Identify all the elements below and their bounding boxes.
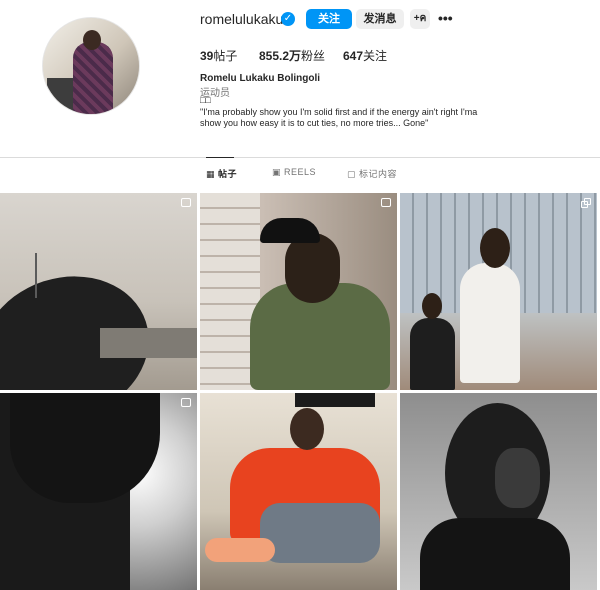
tab-reels[interactable]: ▣ REELS [272,167,316,178]
following-count[interactable]: 647关注 [343,47,387,64]
grid-icon: ▦ [206,169,216,179]
post-tile[interactable] [0,393,197,590]
tagged-icon: ▢ [347,169,357,179]
post-tile[interactable] [400,393,597,590]
followers-count[interactable]: 855.2万粉丝 [259,47,325,64]
tabs-divider [0,157,600,158]
posts-count: 39帖子 [200,49,238,63]
bio-text: "I'ma probably show you I'm solid first … [200,107,478,128]
tab-tagged[interactable]: ▢ 标记内容 [347,167,397,180]
active-tab-indicator [206,157,234,158]
full-name: Romelu Lukaku Bolingoli [200,73,321,84]
post-tile[interactable] [0,193,197,390]
username: romelulukaku [200,11,284,27]
tab-posts[interactable]: ▦ 帖子 [206,167,237,180]
reel-icon [181,398,191,407]
post-tile[interactable] [200,393,397,590]
add-friend-button[interactable]: +ค [410,9,430,29]
profile-avatar[interactable] [42,17,140,115]
more-options-icon[interactable]: ••• [438,10,453,26]
message-button[interactable]: 发消息 [356,9,404,29]
bio-line: □□ [200,95,211,105]
carousel-icon [581,198,591,208]
reels-icon: ▣ [272,167,282,177]
post-tile[interactable] [200,193,397,390]
reel-icon [381,198,391,207]
post-tile[interactable] [400,193,597,390]
reel-icon [181,198,191,207]
verified-badge-icon: ✓ [281,12,295,26]
follow-button[interactable]: 关注 [306,9,352,29]
